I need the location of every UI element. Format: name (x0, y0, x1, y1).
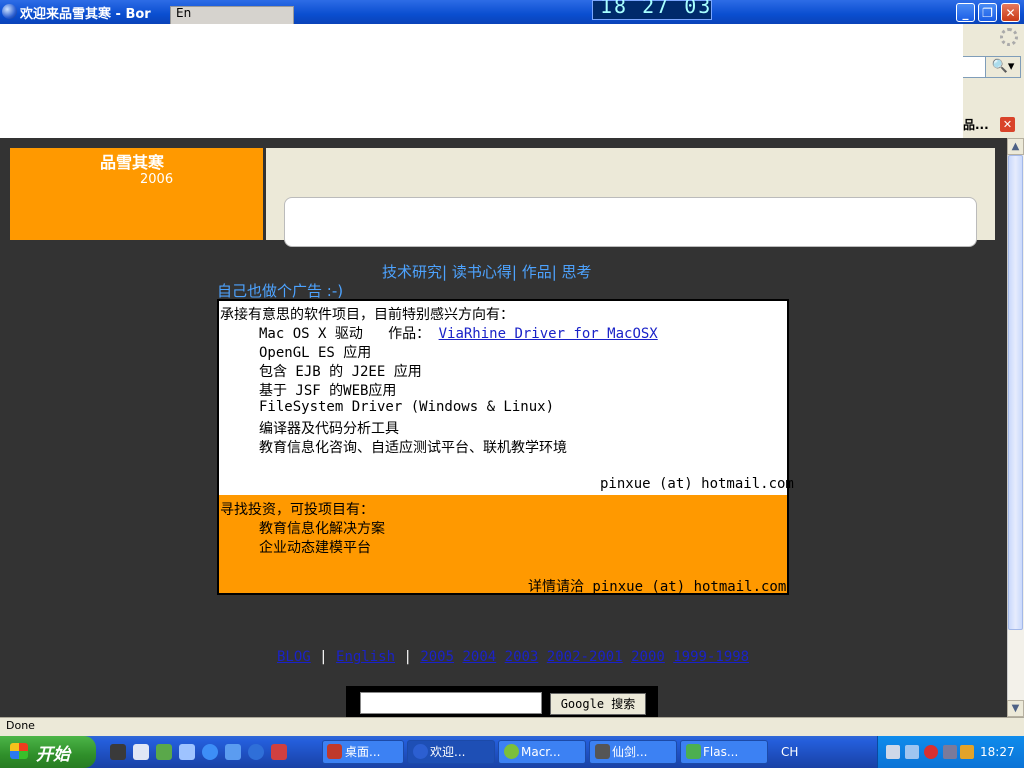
title-bar[interactable] (0, 0, 1024, 24)
nav-link-reading[interactable]: 读书心得 (452, 263, 512, 281)
offer-item: OpenGL ES 应用 (259, 345, 372, 361)
browser-globe-icon[interactable] (2, 4, 17, 19)
nav-link-works[interactable]: 作品 (522, 263, 552, 281)
site-nav: 技术研究| 读书心得| 作品| 思考 (382, 263, 592, 281)
status-bar (0, 717, 1024, 737)
site-year: 2006 (140, 172, 174, 187)
viarhine-driver-link[interactable]: ViaRhine Driver for MacOSX (439, 326, 658, 342)
google-search-input[interactable] (360, 692, 542, 714)
browser-task-icon (413, 744, 428, 759)
site-title: 品雪其寒 (100, 153, 165, 172)
quicklaunch-app-icon[interactable] (133, 744, 149, 760)
invest-item: 教育信息化解决方案 (259, 521, 385, 537)
tray-clock: 18:27 (980, 745, 1015, 759)
tray-app-icon[interactable] (943, 745, 957, 759)
flash-task-icon (686, 744, 701, 759)
invest-intro: 寻找投资，可投项目有： (220, 502, 374, 518)
quicklaunch-app-icon[interactable] (248, 744, 264, 760)
desktop-task-icon (327, 744, 342, 759)
offer-item: FileSystem Driver (Windows & Linux) (259, 399, 555, 415)
tray-security-icon[interactable] (924, 745, 938, 759)
footer-link-2004[interactable]: 2004 (462, 649, 496, 665)
google-search-button[interactable]: Google 搜索 (550, 693, 646, 715)
footer-link-english[interactable]: English (336, 649, 395, 665)
tray-app-icon[interactable] (905, 745, 919, 759)
quicklaunch-app-icon[interactable] (179, 744, 195, 760)
tray-app-icon[interactable] (960, 745, 974, 759)
header-card (284, 197, 977, 247)
quicklaunch-app-icon[interactable] (110, 744, 126, 760)
close-button[interactable]: ✕ (1001, 3, 1020, 22)
invest-item: 企业动态建模平台 (259, 540, 371, 556)
footer-links: BLOG | English | 2005 2004 2003 2002-200… (277, 649, 750, 665)
start-label[interactable]: 开始 (36, 740, 70, 765)
offer-item: 基于 JSF 的WEB应用 (259, 383, 397, 399)
tab-close-icon[interactable]: ✕ (1000, 117, 1015, 132)
restore-button[interactable]: ❐ (978, 3, 997, 22)
footer-link-2005[interactable]: 2005 (420, 649, 454, 665)
offer-line-macos: Mac OS X 驱动 作品： ViaRhine Driver for MacO… (259, 323, 658, 343)
nav-link-thoughts[interactable]: 思考 (562, 263, 592, 281)
clock-text: 18 27 03 (600, 0, 713, 18)
magnifier-icon: 🔍▾ (991, 59, 1015, 74)
language-indicator[interactable]: En (176, 6, 191, 20)
game-task-icon (595, 744, 610, 759)
windows-logo-icon[interactable] (10, 743, 28, 759)
quicklaunch-app-icon[interactable] (225, 744, 241, 760)
toolbar-area (0, 24, 1024, 138)
macromedia-task-icon (504, 744, 519, 759)
tray-network-icon[interactable] (886, 745, 900, 759)
quicklaunch-app-icon[interactable] (271, 744, 287, 760)
offer-macos-text: Mac OS X 驱动 作品： (259, 326, 431, 342)
scroll-down-arrow-icon[interactable]: ▼ (1007, 700, 1024, 717)
invest-contact: 详情请洽 pinxue (at) hotmail.com (528, 579, 787, 595)
browser-search-input[interactable] (963, 56, 986, 78)
throbber-icon (1000, 28, 1018, 46)
quicklaunch-app-icon[interactable] (156, 744, 172, 760)
offer-item: 教育信息化咨询、自适应测试平台、联机教学环境 (259, 440, 567, 456)
search-button[interactable]: 🔍▾ (985, 56, 1021, 78)
status-text: Done (6, 719, 35, 732)
footer-link-2002-2001[interactable]: 2002-2001 (547, 649, 623, 665)
offer-item: 包含 EJB 的 J2EE 应用 (259, 364, 422, 380)
scroll-thumb[interactable] (1008, 155, 1023, 630)
footer-link-2003[interactable]: 2003 (505, 649, 539, 665)
ad-heading: 自己也做个广告 :-) (217, 282, 344, 300)
minimize-button[interactable]: _ (956, 3, 975, 22)
offer-item: 编译器及代码分析工具 (259, 421, 399, 437)
quicklaunch-ie-icon[interactable] (202, 744, 218, 760)
offer-contact: pinxue (at) hotmail.com (600, 476, 794, 492)
scroll-up-arrow-icon[interactable]: ▲ (1007, 138, 1024, 155)
footer-link-blog[interactable]: BLOG (277, 649, 311, 665)
tab-title[interactable]: 品... (963, 116, 989, 133)
offer-intro: 承接有意思的软件项目，目前特别感兴方向有： (220, 307, 514, 323)
window-title: 欢迎来品雪其寒 - Bor (20, 7, 151, 22)
footer-link-2000[interactable]: 2000 (631, 649, 665, 665)
nav-link-tech[interactable]: 技术研究 (382, 263, 442, 281)
ime-indicator[interactable]: CH (781, 745, 798, 759)
footer-link-1999-1998[interactable]: 1999-1998 (673, 649, 749, 665)
